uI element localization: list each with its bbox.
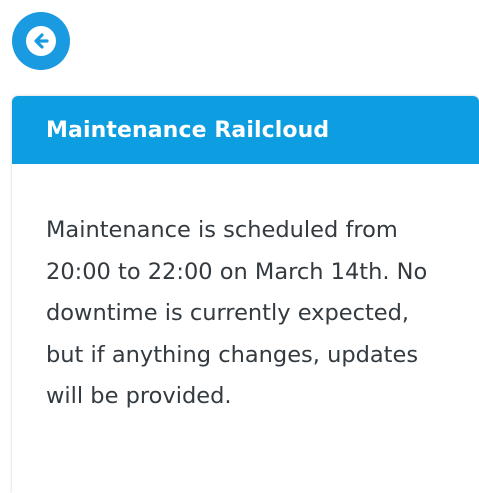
back-button-inner <box>26 26 56 56</box>
back-button[interactable] <box>12 12 70 70</box>
maintenance-card: Maintenance Railcloud Maintenance is sch… <box>12 96 479 493</box>
card-message: Maintenance is scheduled from 20:00 to 2… <box>46 217 428 409</box>
arrow-left-icon <box>34 33 49 49</box>
card-title: Maintenance Railcloud <box>46 117 330 143</box>
card-header: Maintenance Railcloud <box>12 96 479 164</box>
card-body: Maintenance is scheduled from 20:00 to 2… <box>12 164 479 418</box>
